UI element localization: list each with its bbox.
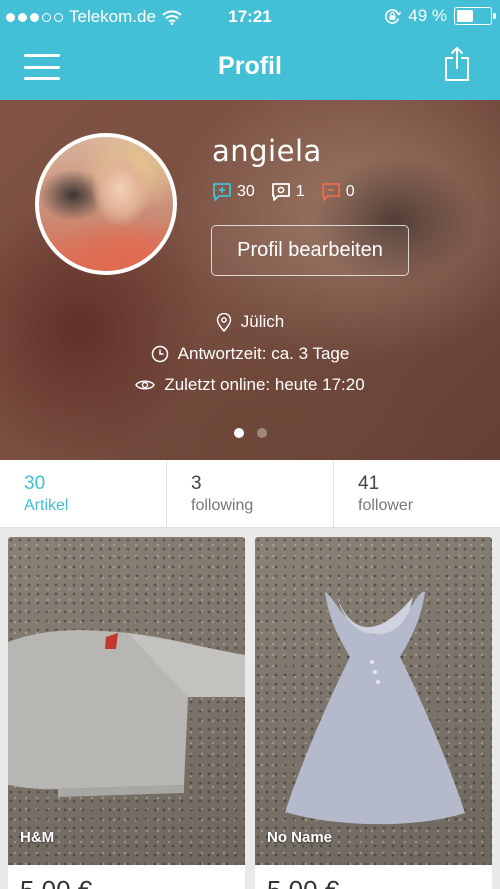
status-right: 49 %	[384, 6, 496, 26]
followers-count: 41	[358, 473, 380, 494]
page-dot-active	[233, 428, 244, 438]
tank-top-illustration	[285, 591, 465, 825]
comment-minus-icon	[321, 183, 340, 201]
profile-stats: 30 Artikel 3 following 41 follower	[0, 460, 500, 528]
battery-fill	[457, 10, 473, 22]
tab-followers[interactable]: 41 follower	[334, 460, 500, 527]
rating-negative[interactable]: 0	[321, 182, 355, 202]
rating-positive[interactable]: 30	[212, 182, 255, 202]
location-text: Jülich	[240, 312, 285, 331]
location-row: Jülich	[0, 312, 500, 332]
response-time-text: Antwortzeit: ca. 3 Tage	[177, 344, 350, 363]
tab-articles[interactable]: 30 Artikel	[0, 460, 167, 527]
nav-bar: Profil	[0, 34, 500, 100]
followers-label: follower	[358, 497, 414, 514]
status-bar: Telekom.de 17:21 49 %	[0, 0, 500, 34]
sweater-illustration	[8, 630, 245, 797]
battery-percent: 49 %	[408, 6, 447, 25]
product-card[interactable]: H&M 5,00 €	[8, 537, 245, 889]
battery-icon	[454, 7, 496, 25]
rating-neutral[interactable]: 1	[271, 182, 305, 202]
share-icon[interactable]	[444, 46, 470, 82]
product-brand: No Name	[267, 829, 333, 846]
comment-plus-icon	[213, 183, 231, 201]
comment-neutral-icon	[271, 183, 290, 201]
location-pin-icon	[216, 312, 232, 332]
product-grid: H&M 5,00 € No Name 5,00 €	[0, 528, 500, 889]
following-label: following	[191, 497, 254, 514]
eye-icon	[135, 380, 156, 390]
page-indicator[interactable]	[0, 428, 500, 438]
last-online-row: Zuletzt online: heute 17:20	[0, 375, 500, 395]
product-brand: H&M	[20, 829, 55, 846]
profile-header: angiela 30 1 0 Profil bearbeiten Jülich …	[0, 100, 500, 460]
product-image: H&M	[8, 537, 245, 865]
top-bar: Telekom.de 17:21 49 % Profil	[0, 0, 500, 100]
product-card[interactable]: No Name 5,00 €	[255, 537, 492, 889]
tab-following[interactable]: 3 following	[167, 460, 334, 527]
page-title: Profil	[218, 52, 282, 80]
last-online-text: Zuletzt online: heute 17:20	[164, 375, 365, 394]
rating-positive-count: 30	[237, 183, 255, 200]
following-count: 3	[191, 473, 202, 494]
articles-label: Artikel	[24, 497, 69, 514]
rotation-lock-icon	[385, 8, 402, 24]
page-dot	[256, 428, 267, 438]
product-price: 5,00 €	[267, 875, 339, 889]
rating-negative-count: 0	[345, 183, 355, 200]
rating-counts: 30 1 0	[212, 182, 355, 202]
response-time-row: Antwortzeit: ca. 3 Tage	[0, 344, 500, 364]
username: angiela	[212, 134, 322, 168]
rating-neutral-count: 1	[295, 183, 305, 200]
edit-profile-button[interactable]: Profil bearbeiten	[211, 225, 409, 276]
clock-icon	[151, 345, 168, 363]
avatar[interactable]	[35, 133, 177, 275]
product-price: 5,00 €	[20, 875, 92, 889]
articles-count: 30	[24, 473, 46, 494]
product-image: No Name	[255, 537, 492, 865]
